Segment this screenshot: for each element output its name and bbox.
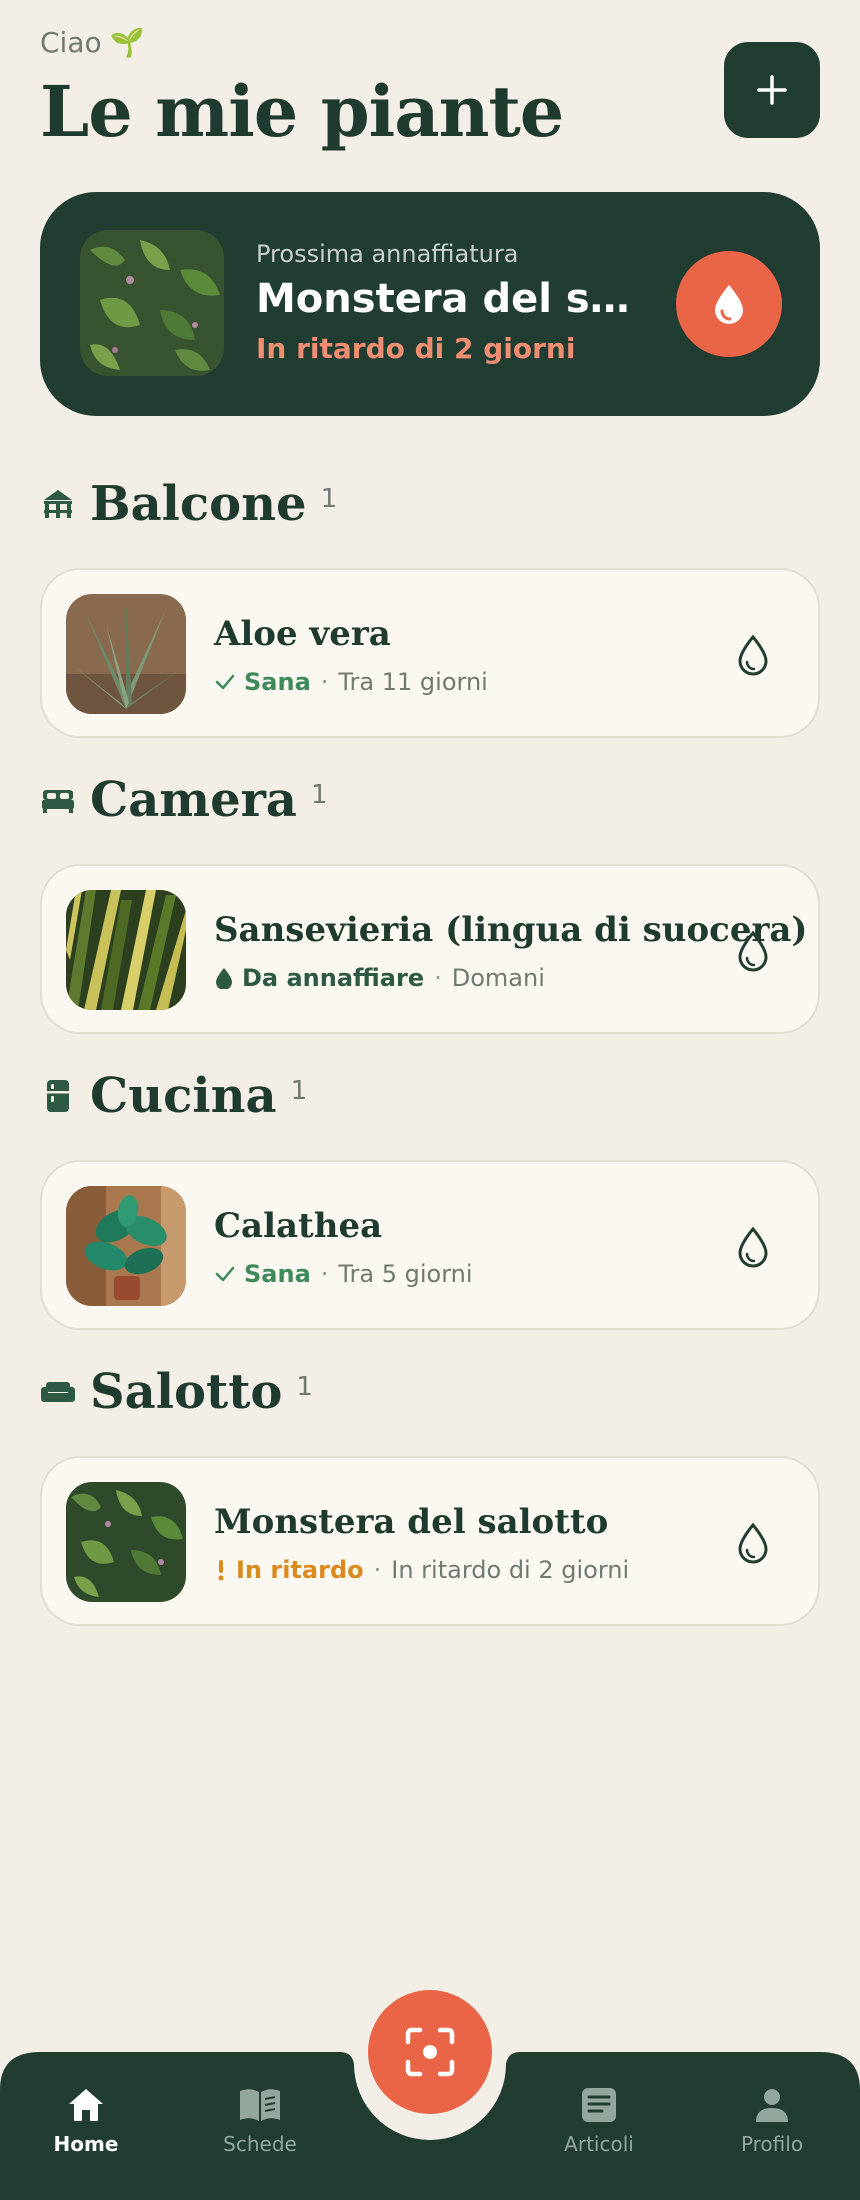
user-icon (756, 2089, 788, 2122)
home-icon (69, 2089, 103, 2121)
water-button[interactable] (728, 1518, 778, 1568)
separator: · (373, 1556, 382, 1584)
section-count: 1 (296, 1372, 313, 1402)
scan-icon (405, 2027, 455, 2077)
exclamation-icon (218, 1560, 224, 1581)
monstera-thumbnail (66, 1482, 186, 1602)
plant-name: Monstera del salotto (214, 1502, 609, 1542)
plant-meta: Sana · Tra 11 giorni (214, 668, 488, 696)
plus-icon (757, 75, 787, 105)
water-drop-outline-icon (738, 1226, 768, 1268)
water-drop-icon (715, 285, 743, 324)
scan-plant-button[interactable] (368, 1990, 492, 2114)
section-title: Camera (90, 772, 298, 828)
plant-meta: In ritardo · In ritardo di 2 giorni (214, 1556, 629, 1584)
next-watering-text: Tra 11 giorni (338, 668, 488, 696)
nav-schede[interactable]: Schede (200, 2086, 320, 2156)
section-title: Cucina (90, 1068, 277, 1124)
aloe-thumbnail (66, 594, 186, 714)
separator: · (320, 1260, 329, 1288)
water-button[interactable] (728, 630, 778, 680)
section-title: Salotto (90, 1364, 283, 1420)
plant-meta: Da annaffiare · Domani (214, 964, 545, 992)
article-icon (582, 2088, 616, 2122)
nav-articoli-label: Articoli (564, 2132, 634, 2156)
check-icon (215, 674, 235, 690)
calathea-thumbnail (66, 1186, 186, 1306)
status-badge: In ritardo (214, 1556, 364, 1584)
section-camera: Camera 1 (40, 772, 328, 828)
water-drop-outline-icon (738, 1522, 768, 1564)
sprout-icon: 🌱 (109, 26, 145, 59)
sofa-icon (40, 1374, 76, 1410)
plant-card-sansevieria[interactable]: Sansevieria (lingua di suocera) Da annaf… (40, 864, 820, 1034)
status-text: Sana (244, 668, 311, 696)
next-watering-text: In ritardo di 2 giorni (391, 1556, 630, 1584)
section-balcone: Balcone 1 (40, 476, 337, 532)
next-watering-text: Tra 5 giorni (338, 1260, 473, 1288)
nav-profilo[interactable]: Profilo (712, 2086, 832, 2156)
hero-status: In ritardo di 2 giorni (256, 332, 576, 365)
water-drop-outline-icon (738, 930, 768, 972)
separator: · (434, 964, 442, 992)
hero-plant-name: Monstera del salotto (256, 276, 646, 322)
plant-name: Calathea (214, 1206, 383, 1246)
plant-card-calathea[interactable]: Calathea Sana · Tra 5 giorni (40, 1160, 820, 1330)
next-watering-card[interactable]: Prossima annaffiatura Monstera del salot… (40, 192, 820, 416)
greeting: Ciao 🌱 (40, 26, 145, 59)
drop-icon (216, 968, 232, 989)
plant-meta: Sana · Tra 5 giorni (214, 1260, 473, 1288)
section-salotto: Salotto 1 (40, 1364, 313, 1420)
status-badge: Da annaffiare (214, 964, 424, 992)
separator: · (320, 668, 329, 696)
status-text: In ritardo (236, 1556, 364, 1584)
book-icon (240, 2089, 280, 2121)
status-text: Da annaffiare (242, 964, 425, 992)
plant-name: Sansevieria (lingua di suocera) (214, 910, 808, 950)
plant-card-aloe[interactable]: Aloe vera Sana · Tra 11 giorni (40, 568, 820, 738)
section-count: 1 (311, 780, 328, 810)
fridge-icon (40, 1078, 76, 1114)
hero-label: Prossima annaffiatura (256, 240, 519, 268)
next-watering-text: Domani (451, 964, 545, 992)
greeting-text: Ciao (40, 26, 102, 59)
bed-icon (40, 782, 76, 818)
section-title: Balcone (90, 476, 307, 532)
status-badge: Sana (214, 1260, 311, 1288)
nav-home[interactable]: Home (26, 2086, 146, 2156)
status-badge: Sana (214, 668, 311, 696)
check-icon (215, 1266, 235, 1282)
sansevieria-thumbnail (66, 890, 186, 1010)
water-button[interactable] (728, 1222, 778, 1272)
add-plant-button[interactable] (724, 42, 820, 138)
nav-home-label: Home (53, 2132, 119, 2156)
status-text: Sana (244, 1260, 311, 1288)
plant-name: Aloe vera (214, 614, 391, 654)
section-cucina: Cucina 1 (40, 1068, 307, 1124)
water-button[interactable] (728, 926, 778, 976)
water-drop-outline-icon (738, 634, 768, 676)
nav-schede-label: Schede (223, 2132, 297, 2156)
page-title: Le mie piante (40, 70, 564, 153)
section-count: 1 (320, 484, 338, 514)
balcony-icon (40, 486, 76, 522)
nav-articoli[interactable]: Articoli (539, 2086, 659, 2156)
monstera-thumbnail (80, 230, 224, 376)
water-now-button[interactable] (676, 251, 782, 357)
nav-profilo-label: Profilo (740, 2132, 804, 2156)
section-count: 1 (290, 1076, 308, 1106)
plant-card-monstera[interactable]: Monstera del salotto In ritardo · In rit… (40, 1456, 820, 1626)
